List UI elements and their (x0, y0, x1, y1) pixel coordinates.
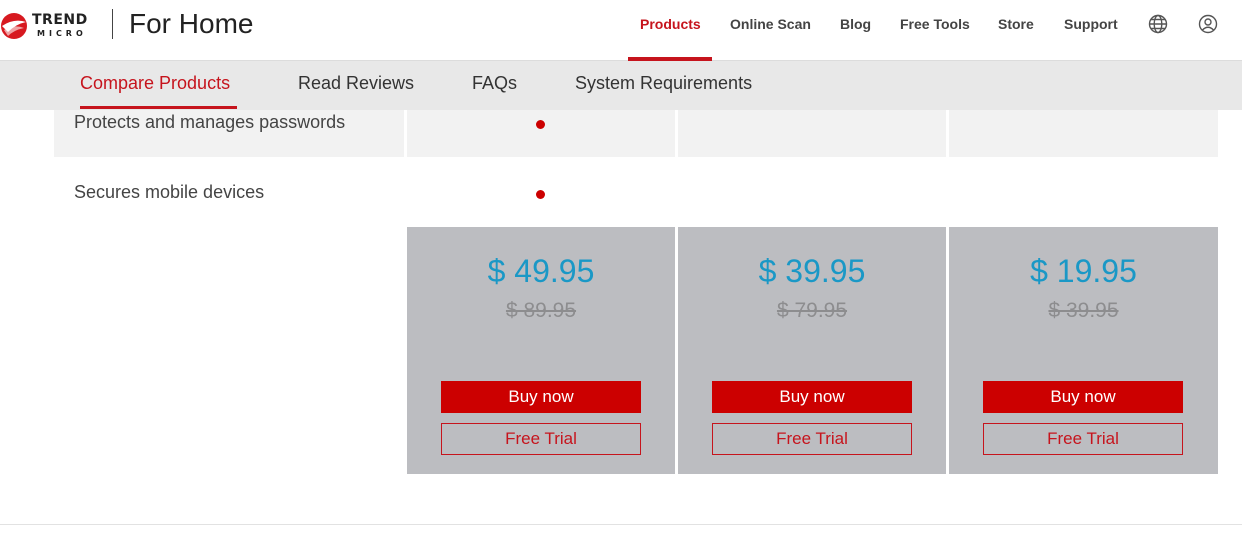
free-trial-button[interactable]: Free Trial (712, 423, 912, 455)
subnav-system-requirements[interactable]: System Requirements (575, 73, 752, 94)
plan-old-price: $ 79.95 (776, 299, 848, 322)
plan-old-price: $ 39.95 (1048, 299, 1119, 322)
plan-price: $ 49.95 (487, 253, 595, 289)
brand-name: TREND (32, 12, 88, 28)
buy-now-button[interactable]: Buy now (983, 381, 1183, 413)
feature-cell (678, 110, 946, 157)
site-title[interactable]: For Home (129, 8, 253, 40)
nav-support[interactable]: Support (1064, 16, 1118, 32)
trend-micro-logo[interactable]: TREND MICRO (0, 10, 100, 42)
feature-label: Secures mobile devices (74, 182, 265, 202)
nav-products[interactable]: Products (640, 16, 701, 32)
plan-card: $ 49.95 $ 89.95 Buy now Free Trial (407, 227, 675, 474)
subnav-compare-products[interactable]: Compare Products (80, 73, 230, 94)
feature-cell (407, 110, 675, 157)
nav-online-scan[interactable]: Online Scan (730, 16, 811, 32)
buy-now-button[interactable]: Buy now (441, 381, 641, 413)
plan-price: $ 19.95 (1030, 253, 1137, 289)
header-divider (112, 9, 113, 39)
free-trial-button[interactable]: Free Trial (441, 423, 641, 455)
included-dot (536, 190, 545, 199)
sub-nav: Compare Products Read Reviews FAQs Syste… (0, 61, 1242, 110)
subnav-active-indicator (80, 106, 237, 109)
plan-old-price: $ 89.95 (505, 299, 577, 322)
trend-micro-logo-icon (1, 13, 27, 39)
nav-free-tools[interactable]: Free Tools (900, 16, 970, 32)
plan-card: $ 19.95 $ 39.95 Buy now Free Trial (949, 227, 1218, 474)
nav-blog[interactable]: Blog (840, 16, 871, 32)
user-icon[interactable] (1198, 14, 1218, 34)
nav-store[interactable]: Store (998, 16, 1034, 32)
buy-now-button[interactable]: Buy now (712, 381, 912, 413)
free-trial-button[interactable]: Free Trial (983, 423, 1183, 455)
brand-subname: MICRO (37, 29, 87, 38)
feature-label: Protects and manages passwords (74, 112, 346, 132)
feature-cell (949, 110, 1218, 157)
site-header: TREND MICRO For Home Products Online Sca… (0, 0, 1242, 61)
plan-price: $ 39.95 (758, 253, 866, 289)
section-divider (0, 524, 1242, 525)
subnav-faqs[interactable]: FAQs (472, 73, 517, 94)
subnav-read-reviews[interactable]: Read Reviews (298, 73, 414, 94)
included-dot (536, 120, 545, 129)
globe-icon[interactable] (1148, 14, 1168, 34)
plan-card: $ 39.95 $ 79.95 Buy now Free Trial (678, 227, 946, 474)
